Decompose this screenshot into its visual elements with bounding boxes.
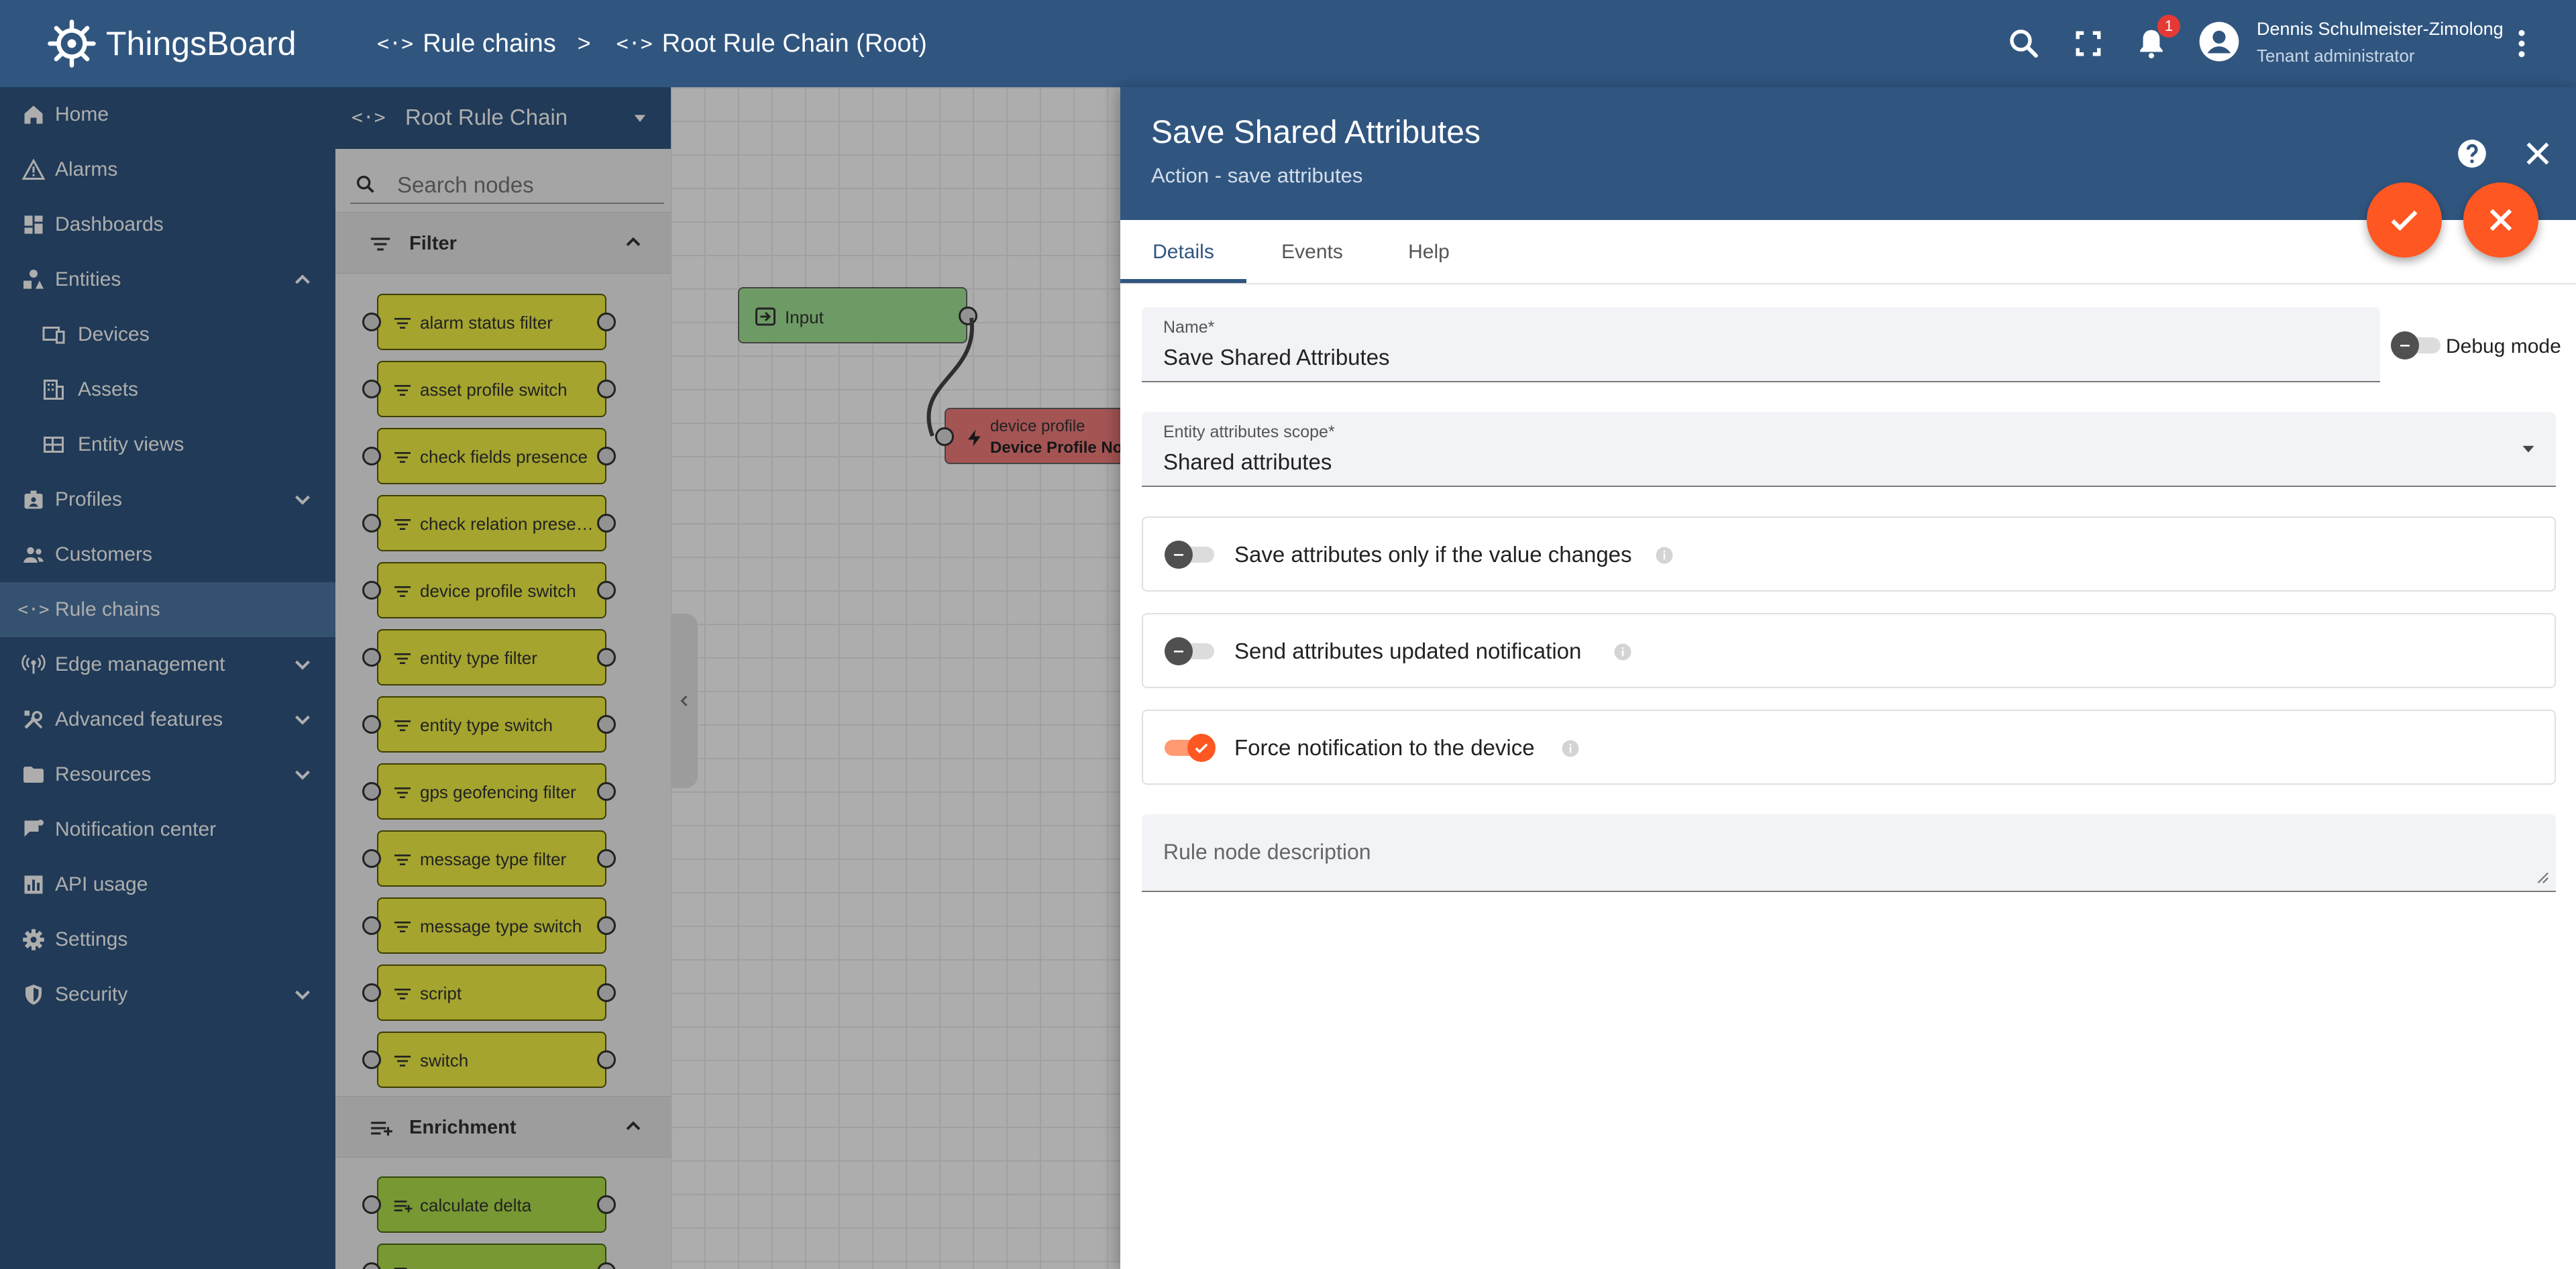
- close-icon[interactable]: [2521, 137, 2555, 170]
- tab-label: Help: [1408, 241, 1450, 263]
- scope-selected-value: Shared attributes: [1163, 449, 1332, 474]
- send-updated-notification-toggle[interactable]: [1165, 637, 1214, 665]
- top-toolbar: ThingsBoard <·> Rule chains > <·> Root R…: [0, 0, 2576, 87]
- debug-mode-label: Debug mode: [2446, 335, 2561, 357]
- description-placeholder: Rule node description: [1163, 840, 1371, 864]
- toggle-knob: [1165, 637, 1193, 665]
- details-subtitle: Action - save attributes: [1151, 164, 1363, 187]
- breadcrumb-current: <·> Root Rule Chain (Root): [616, 30, 927, 58]
- name-field[interactable]: Name* Save Shared Attributes: [1142, 307, 2380, 382]
- force-notification-toggle[interactable]: [1165, 734, 1216, 762]
- user-role: Tenant administrator: [2257, 46, 2415, 66]
- debug-mode-toggle[interactable]: [2391, 331, 2451, 360]
- save-only-if-changed-toggle[interactable]: [1165, 541, 1214, 569]
- avatar[interactable]: [2198, 20, 2241, 63]
- resize-handle-icon[interactable]: [2534, 869, 2549, 884]
- minus-icon: [1174, 651, 1183, 653]
- help-icon[interactable]: [2455, 137, 2489, 170]
- logo-icon: [48, 19, 96, 68]
- tab-events[interactable]: Events: [1246, 220, 1378, 284]
- toggle-knob: [1187, 734, 1216, 762]
- info-icon[interactable]: [1654, 545, 1674, 565]
- breadcrumb: <·> Rule chains > <·> Root Rule Chain (R…: [377, 27, 927, 60]
- option-save-only-if-changed: Save attributes only if the value change…: [1142, 516, 2556, 592]
- check-icon: [1195, 743, 1208, 754]
- tab-label: Details: [1152, 241, 1214, 263]
- field-label: Entity attributes scope*: [1163, 423, 1335, 441]
- toggle-knob: [2391, 331, 2419, 360]
- details-title: Save Shared Attributes: [1151, 115, 1481, 150]
- breadcrumb-label: Root Rule Chain (Root): [661, 29, 927, 58]
- rule-chains-icon: <·>: [616, 32, 653, 56]
- thingsboard-logo[interactable]: ThingsBoard: [46, 15, 297, 72]
- field-label: Name*: [1163, 318, 1215, 337]
- details-tabs: Details Events Help: [1120, 220, 2576, 284]
- option-label: Save attributes only if the value change…: [1234, 542, 1632, 567]
- modal-backdrop[interactable]: [0, 87, 1120, 1269]
- notification-badge: 1: [2157, 15, 2180, 38]
- minus-icon: [2400, 345, 2410, 347]
- breadcrumb-rule-chains[interactable]: <·> Rule chains: [377, 30, 556, 58]
- breadcrumb-separator: >: [577, 30, 591, 56]
- search-icon[interactable]: [2006, 25, 2042, 62]
- info-icon[interactable]: [1560, 738, 1580, 759]
- fullscreen-icon[interactable]: [2070, 25, 2106, 62]
- tab-details[interactable]: Details: [1120, 220, 1246, 284]
- option-send-updated-notification: Send attributes updated notification: [1142, 613, 2556, 688]
- tab-label: Events: [1281, 241, 1343, 263]
- app-name: ThingsBoard: [106, 25, 297, 62]
- rule-node-details-panel: Save Shared Attributes Action - save att…: [1120, 87, 2576, 1269]
- user-name: Dennis Schulmeister-Zimolong: [2257, 19, 2504, 39]
- more-vert-icon[interactable]: [2504, 25, 2540, 62]
- details-header: Save Shared Attributes Action - save att…: [1120, 87, 2576, 220]
- info-icon[interactable]: [1613, 642, 1633, 662]
- active-tab-indicator: [1120, 279, 1246, 283]
- entity-attributes-scope-select[interactable]: Entity attributes scope* Shared attribut…: [1142, 412, 2556, 487]
- rule-node-description-field[interactable]: Rule node description: [1142, 814, 2556, 892]
- dropdown-arrow-icon: [2522, 445, 2534, 453]
- breadcrumb-label: Rule chains: [423, 29, 556, 58]
- name-input-value: Save Shared Attributes: [1163, 345, 1390, 370]
- tab-help[interactable]: Help: [1378, 220, 1480, 284]
- option-label: Send attributes updated notification: [1234, 639, 1582, 663]
- minus-icon: [1174, 554, 1183, 556]
- option-label: Force notification to the device: [1234, 735, 1535, 760]
- toggle-knob: [1165, 541, 1193, 569]
- rule-chains-icon: <·>: [377, 32, 414, 56]
- option-force-notification: Force notification to the device: [1142, 710, 2556, 785]
